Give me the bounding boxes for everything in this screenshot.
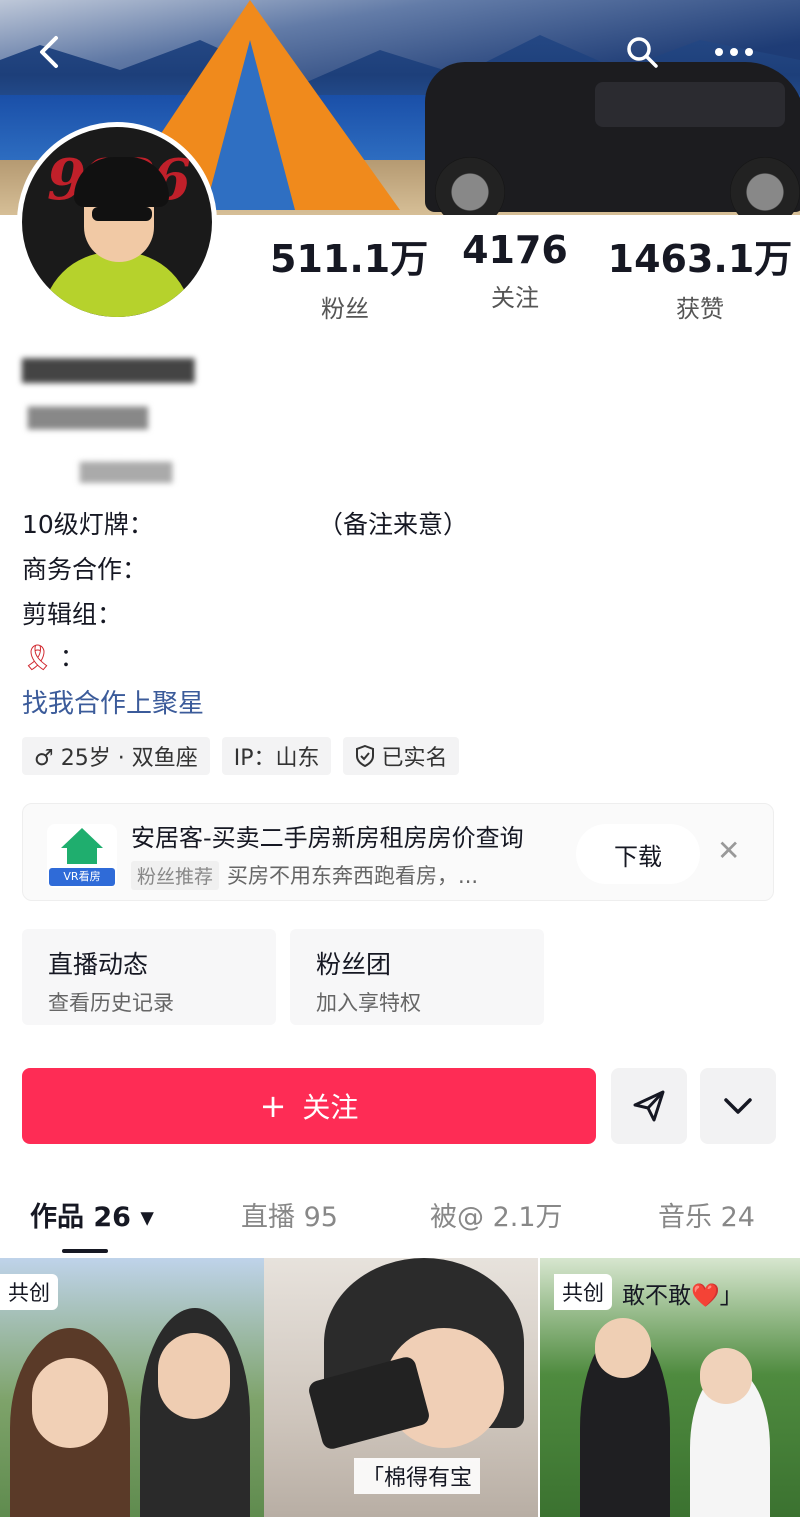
- car-wheel: [435, 157, 505, 215]
- car-wheel: [730, 157, 800, 215]
- stat-value: 1463.1万: [607, 237, 793, 281]
- stat-label: 获赞: [676, 295, 724, 323]
- co-create-badge: 共创: [554, 1274, 612, 1310]
- close-icon[interactable]: ✕: [717, 834, 740, 867]
- thumb-face: [32, 1358, 108, 1448]
- live-history-card[interactable]: 直播动态 查看历史记录: [22, 929, 276, 1025]
- cooperation-link[interactable]: 找我合作上聚星: [22, 683, 204, 720]
- tab-live[interactable]: 直播 95: [241, 1195, 338, 1234]
- stat-followers[interactable]: 511.1万 粉丝: [270, 228, 429, 324]
- car-window: [595, 82, 785, 127]
- content-tabs: 作品 26 ▾ 直播 95 被@ 2.1万 音乐 24: [0, 1195, 800, 1255]
- profile-stats: 511.1万 粉丝 4176 关注 1463.1万 获赞: [230, 228, 800, 323]
- entry-subtitle: 加入享特权: [316, 991, 421, 1015]
- follow-button[interactable]: + 关注: [22, 1068, 596, 1144]
- chevron-down-icon: [724, 1098, 752, 1114]
- thumb-face: [158, 1333, 230, 1419]
- bio-ribbon-line: 🎗：: [22, 638, 85, 674]
- thumb-caption: 「棉得有宝: [354, 1458, 481, 1494]
- tab-mentioned[interactable]: 被@ 2.1万: [430, 1195, 563, 1234]
- plus-icon: +: [259, 1087, 287, 1125]
- more-dots-icon: [715, 48, 753, 56]
- fan-club-card[interactable]: 粉丝团 加入享特权: [290, 929, 544, 1025]
- paper-plane-icon: [633, 1090, 665, 1122]
- cover-tent-door: [205, 40, 295, 210]
- tab-works[interactable]: 作品 26 ▾: [30, 1195, 154, 1234]
- thumb-title-end: 」: [719, 1283, 743, 1309]
- tag-verified[interactable]: 已实名: [343, 737, 460, 775]
- stat-likes[interactable]: 1463.1万 获赞: [600, 228, 800, 324]
- app-title: 安居客-买卖二手房新房租房房价查询: [131, 824, 524, 852]
- blurred-bio: ▆▆▆▆▆▆: [28, 400, 148, 430]
- shield-check-icon: [356, 745, 375, 767]
- thumb-title-text: 敢不敢: [622, 1283, 691, 1309]
- avatar-shirt: [42, 252, 192, 317]
- tag-text: IP：山东: [233, 746, 320, 771]
- ribbon-icon: 🎗: [22, 643, 54, 672]
- thumb-face: [595, 1318, 651, 1378]
- bio-editing-line: 剪辑组：: [22, 600, 123, 629]
- message-button[interactable]: [611, 1068, 687, 1144]
- app-subtitle: 买房不用东奔西跑看房，...: [227, 864, 479, 888]
- co-create-badge: 共创: [0, 1274, 58, 1310]
- search-icon: [627, 37, 658, 68]
- search-button[interactable]: [620, 30, 664, 74]
- stat-value: 511.1万: [270, 237, 429, 281]
- recommended-app-card[interactable]: VR看房 安居客-买卖二手房新房租房房价查询 粉丝推荐 买房不用东奔西跑看房，.…: [22, 803, 774, 901]
- avatar[interactable]: 9026: [17, 122, 217, 322]
- video-thumbnail[interactable]: 敢不敢❤️」 共创: [540, 1258, 800, 1517]
- tag-age: ♂ 25岁 · 双鱼座: [22, 737, 210, 775]
- video-thumbnail[interactable]: 「棉得有宝: [264, 1258, 538, 1517]
- profile-tags: ♂ 25岁 · 双鱼座 IP：山东 已实名: [22, 737, 460, 775]
- bio-note: （备注来意）: [318, 510, 469, 539]
- entry-title: 直播动态: [48, 950, 149, 979]
- video-thumbnail[interactable]: 共创: [0, 1258, 264, 1517]
- download-button[interactable]: 下载: [576, 824, 700, 884]
- entry-title: 粉丝团: [316, 950, 392, 979]
- back-button[interactable]: [28, 30, 72, 74]
- app-subtitle-row: 粉丝推荐 买房不用东奔西跑看房，...: [131, 860, 478, 890]
- avatar-glasses: [92, 207, 152, 221]
- blurred-username: ▆▆▆▆▆▆▆▆: [22, 350, 195, 383]
- bio-fan-badge-line: 10级灯牌：: [22, 510, 154, 539]
- bio-business-line: 商务合作：: [22, 555, 148, 584]
- chevron-left-icon: [40, 36, 58, 68]
- stat-label: 关注: [491, 284, 539, 312]
- tag-text: 已实名: [381, 746, 448, 771]
- app-logo: VR看房: [47, 824, 117, 888]
- follow-label: 关注: [302, 1091, 359, 1124]
- cover-car: [425, 62, 800, 215]
- tag-text: ♂ 25岁 · 双鱼座: [34, 746, 198, 771]
- more-button[interactable]: [712, 30, 756, 74]
- entry-subtitle: 查看历史记录: [48, 991, 174, 1015]
- thumb-face: [700, 1348, 752, 1404]
- bio-ribbon-label: ：: [59, 643, 85, 672]
- heart-icon: ❤️: [691, 1283, 720, 1309]
- blurred-bio: ▆▆▆▆▆: [80, 455, 173, 483]
- expand-button[interactable]: [700, 1068, 776, 1144]
- stat-following[interactable]: 4176 关注: [445, 228, 585, 313]
- stat-value: 4176: [462, 228, 568, 272]
- video-grid: 共创 「棉得有宝 敢不敢❤️」 共创: [0, 1258, 800, 1517]
- active-tab-indicator: [62, 1249, 108, 1253]
- tag-ip: IP：山东: [221, 737, 332, 775]
- stat-label: 粉丝: [321, 295, 369, 323]
- house-icon-body: [67, 846, 97, 864]
- app-logo-tag: VR看房: [49, 868, 115, 886]
- fan-recommend-badge: 粉丝推荐: [131, 860, 220, 890]
- tab-music[interactable]: 音乐 24: [658, 1195, 755, 1234]
- house-icon: [61, 828, 103, 848]
